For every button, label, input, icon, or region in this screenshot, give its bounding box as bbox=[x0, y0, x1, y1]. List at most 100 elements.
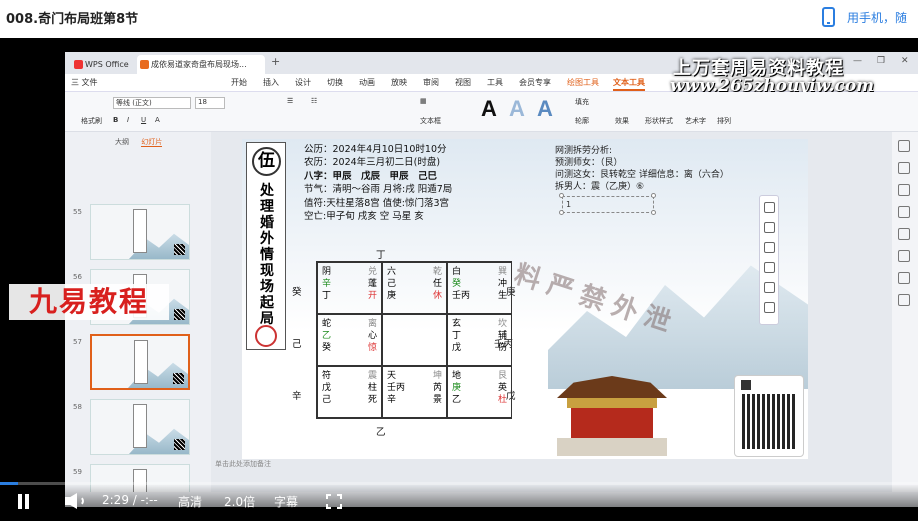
info-line: 值符:天柱星落8宫 值使:惊门落3宫 bbox=[304, 197, 450, 209]
palace-cell: 玄 坎丁 辅戊 伤 bbox=[447, 314, 512, 366]
format-painter-button[interactable]: 格式刷 bbox=[81, 116, 102, 126]
close-icon[interactable]: ✕ bbox=[901, 56, 909, 66]
menu-member[interactable]: 会员专享 bbox=[519, 77, 551, 88]
outer-left: 己 bbox=[292, 339, 302, 350]
menu-text-tools[interactable]: 文本工具 bbox=[613, 77, 645, 91]
qr-code bbox=[742, 394, 797, 449]
cell-stem: 壬丙 bbox=[387, 383, 406, 393]
star-icon[interactable] bbox=[898, 206, 910, 218]
pause-button[interactable] bbox=[16, 494, 32, 509]
crop-icon[interactable] bbox=[764, 282, 775, 293]
tab-document[interactable]: 成依易道家奇盘布局现场... bbox=[137, 55, 265, 74]
shape-style-button[interactable]: 形状样式 bbox=[645, 116, 673, 126]
font-size-select[interactable]: 18 bbox=[195, 97, 225, 109]
menu-drawing-tools[interactable]: 绘图工具 bbox=[567, 77, 599, 88]
fullscreen-icon[interactable] bbox=[326, 494, 342, 509]
link-icon[interactable] bbox=[898, 228, 910, 240]
menu-review[interactable]: 审阅 bbox=[423, 77, 439, 88]
help-icon[interactable] bbox=[898, 250, 910, 262]
new-tab-button[interactable]: + bbox=[271, 55, 280, 68]
palace-cell: 阴 兑辛 蓬丁 开 bbox=[317, 262, 382, 314]
phone-icon[interactable] bbox=[822, 7, 835, 27]
copy-icon[interactable] bbox=[898, 162, 910, 174]
resize-handle[interactable] bbox=[651, 193, 656, 198]
slide-number: 59 bbox=[73, 468, 82, 476]
restore-icon[interactable]: ❐ bbox=[877, 56, 885, 66]
font-name-select[interactable]: 等线 (正文) bbox=[113, 97, 191, 109]
pen-icon[interactable] bbox=[764, 222, 775, 233]
chart-info-block: 公历：2024年4月10日10时10分 农历：2024年三月初二日(时盘) 八字… bbox=[304, 143, 452, 223]
settings-icon[interactable] bbox=[898, 294, 910, 306]
more-icon[interactable] bbox=[764, 302, 775, 313]
tab-outline[interactable]: 大纲 bbox=[115, 138, 129, 146]
menu-tools[interactable]: 工具 bbox=[487, 77, 503, 88]
font-color-button[interactable]: A bbox=[155, 116, 160, 124]
cell-stem: 丁 bbox=[322, 291, 332, 301]
effects-button[interactable]: 效果 bbox=[615, 116, 629, 126]
smart-art-button[interactable]: ▦ bbox=[420, 97, 427, 105]
quality-button[interactable]: 高清 bbox=[178, 493, 202, 510]
mobile-link[interactable]: 用手机，随 bbox=[847, 9, 907, 26]
bold-button[interactable]: B bbox=[113, 116, 118, 124]
resize-handle[interactable] bbox=[559, 210, 564, 215]
text-style-blue[interactable]: A bbox=[505, 96, 529, 122]
brand-overlay: 九易教程 bbox=[9, 284, 169, 320]
italic-button[interactable]: I bbox=[127, 116, 129, 124]
menu-view[interactable]: 视图 bbox=[455, 77, 471, 88]
menu-insert[interactable]: 插入 bbox=[263, 77, 279, 88]
cell-stem: 符 bbox=[322, 371, 332, 381]
cell-stem: 玄 bbox=[452, 319, 462, 329]
slide-canvas[interactable]: 伍 处理婚外情现场起局 公历：2024年4月10日10时10分 农历：2024年… bbox=[242, 139, 808, 459]
palace-cell: 六 乾己 任庚 休 bbox=[382, 262, 447, 314]
progress-bar[interactable] bbox=[0, 482, 918, 485]
tab-slides[interactable]: 幻灯片 bbox=[141, 138, 163, 147]
cell-star: 任 bbox=[432, 279, 442, 289]
cell-stem: 庚 bbox=[452, 383, 462, 393]
text-box-button[interactable]: 文本框 bbox=[420, 116, 441, 126]
notes-area[interactable]: 单击此处添加备注 bbox=[211, 459, 891, 473]
text-style-black[interactable]: A bbox=[477, 96, 501, 122]
text-style-outline[interactable]: A bbox=[533, 96, 557, 122]
menu-file[interactable]: 三 文件 bbox=[71, 77, 98, 88]
slide-thumbnail[interactable] bbox=[90, 399, 190, 455]
speed-button[interactable]: 2.0倍 bbox=[224, 493, 255, 510]
slide-number: 55 bbox=[73, 208, 82, 216]
underline-button[interactable]: U bbox=[141, 116, 146, 124]
layers-icon[interactable] bbox=[764, 202, 775, 213]
frame-icon[interactable] bbox=[764, 262, 775, 273]
art-text-button[interactable]: 艺术字 bbox=[685, 116, 706, 126]
outline-button[interactable]: 轮廓 bbox=[575, 116, 589, 126]
menu-design[interactable]: 设计 bbox=[295, 77, 311, 88]
arrange-button[interactable]: 排列 bbox=[717, 116, 731, 126]
fill-icon[interactable] bbox=[764, 242, 775, 253]
wps-logo-icon bbox=[74, 60, 83, 69]
tab-wps-office[interactable]: WPS Office bbox=[71, 55, 133, 74]
grid-icon[interactable] bbox=[898, 184, 910, 196]
bullets-button[interactable]: ☰ bbox=[287, 97, 293, 105]
menu-slideshow[interactable]: 放映 bbox=[391, 77, 407, 88]
right-sidebar bbox=[892, 132, 918, 507]
arrow-icon[interactable] bbox=[898, 140, 910, 152]
outer-left: 辛 bbox=[292, 391, 302, 402]
slide-thumbnail-selected[interactable] bbox=[90, 334, 190, 390]
menu-transition[interactable]: 切换 bbox=[327, 77, 343, 88]
resize-handle[interactable] bbox=[651, 210, 656, 215]
cell-star: 景 bbox=[432, 395, 442, 405]
slide-number: 58 bbox=[73, 403, 82, 411]
subtitle-button[interactable]: 字幕 bbox=[274, 493, 298, 510]
cell-stem: 己 bbox=[387, 279, 397, 289]
cell-star: 冲 bbox=[497, 279, 507, 289]
resize-handle[interactable] bbox=[559, 193, 564, 198]
cell-stem: 己 bbox=[322, 395, 332, 405]
slide-thumbnail[interactable] bbox=[90, 204, 190, 260]
fill-button[interactable]: 填充 bbox=[575, 97, 589, 107]
numbering-button[interactable]: ☷ bbox=[311, 97, 317, 105]
minimize-icon[interactable]: — bbox=[853, 56, 862, 66]
menu-start[interactable]: 开始 bbox=[231, 77, 247, 88]
chart-icon[interactable] bbox=[898, 272, 910, 284]
cell-stem: 戊 bbox=[452, 343, 462, 353]
menu-animation[interactable]: 动画 bbox=[359, 77, 375, 88]
selected-text-box[interactable]: 1 bbox=[562, 196, 654, 213]
volume-icon[interactable] bbox=[64, 492, 84, 510]
video-player[interactable]: WPS Office 成依易道家奇盘布局现场... + — ❐ ✕ 三 文件 开… bbox=[0, 38, 918, 521]
